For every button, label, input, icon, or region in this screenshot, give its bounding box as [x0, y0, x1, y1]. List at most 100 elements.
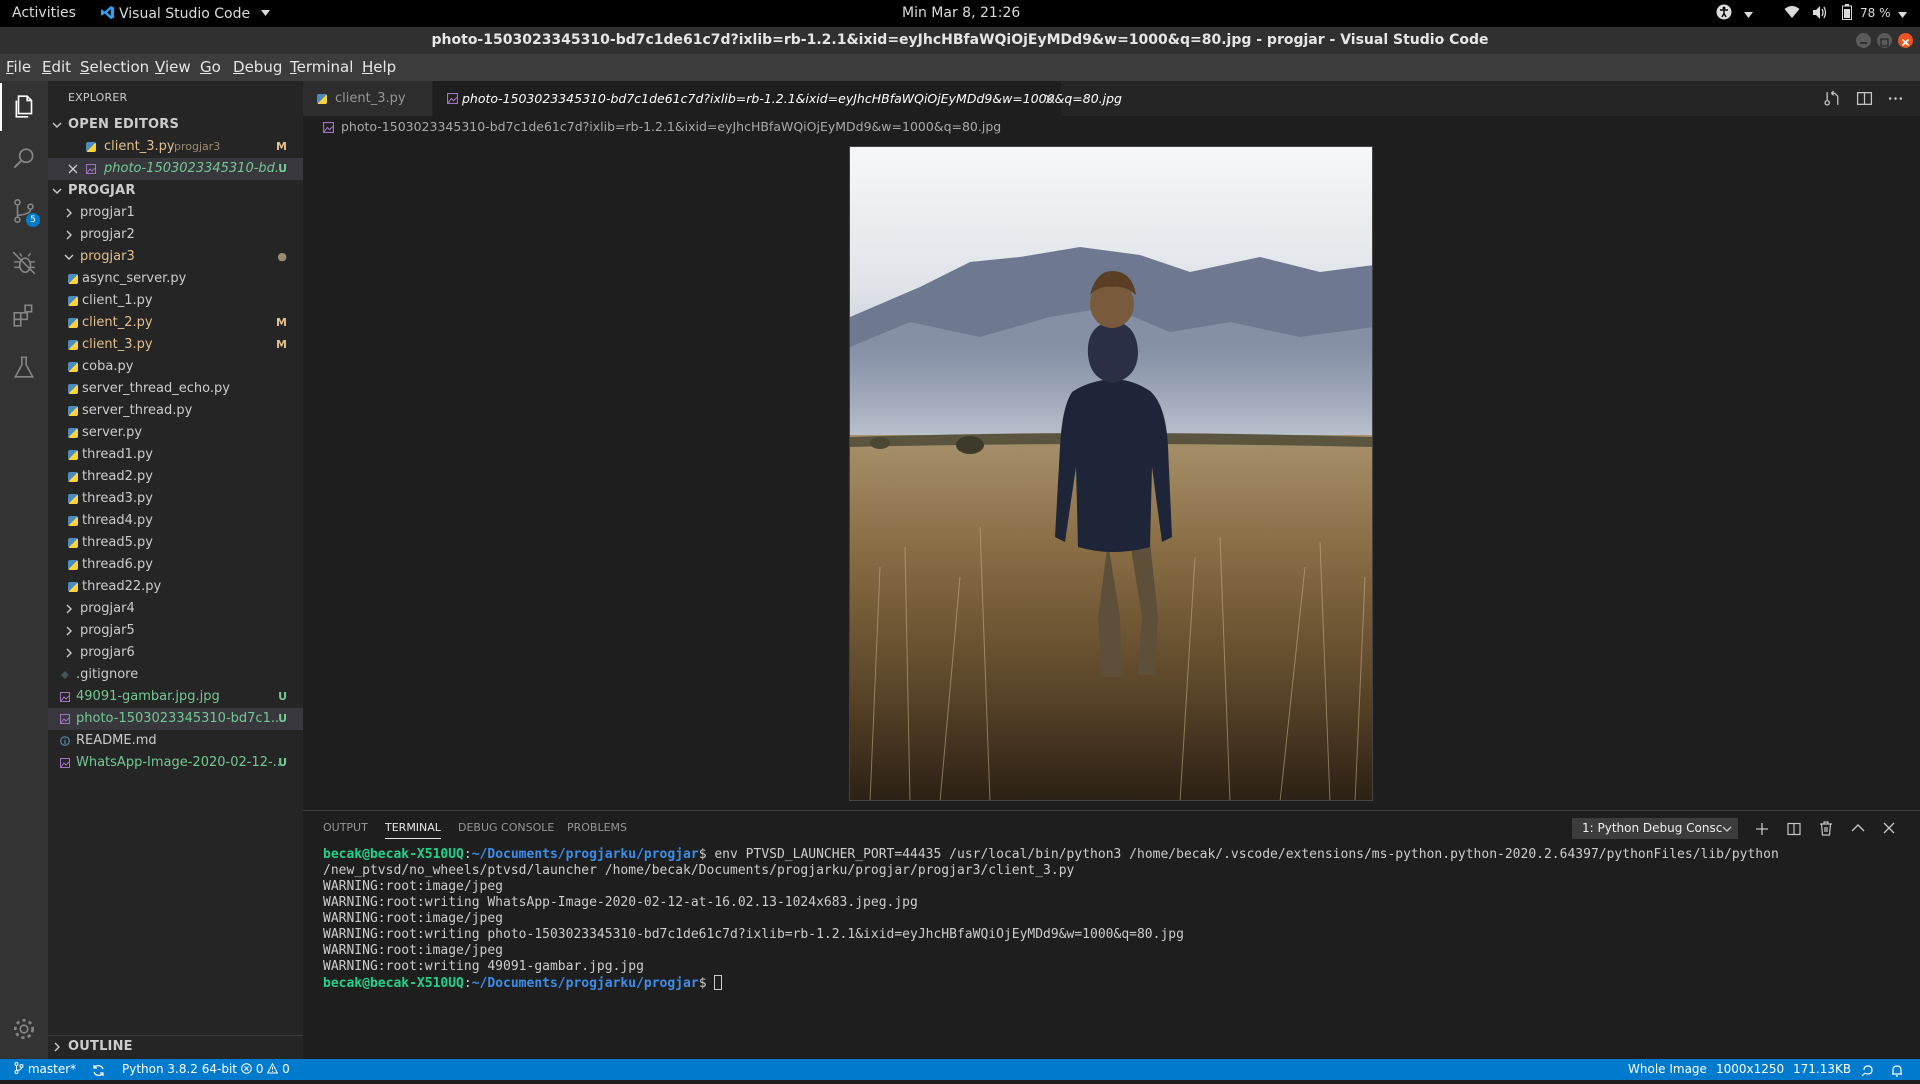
python-file-icon — [317, 94, 327, 104]
tab-terminal[interactable]: TERMINAL — [385, 821, 441, 839]
menu-go[interactable]: Go — [200, 58, 221, 76]
close-panel-icon[interactable] — [1883, 822, 1895, 834]
search-activity[interactable] — [0, 135, 48, 183]
clock[interactable]: Min Mar 8, 21:26 — [902, 5, 1020, 21]
tree-item-server-py[interactable]: server.py — [48, 422, 303, 444]
tree-item-thread6-py[interactable]: thread6.py — [48, 554, 303, 576]
menu-file[interactable]: File — [6, 58, 31, 76]
tree-item-progjar5[interactable]: progjar5 — [48, 620, 303, 642]
accessibility-icon[interactable] — [1716, 4, 1732, 24]
tree-item-server-thread-echo-py[interactable]: server_thread_echo.py — [48, 378, 303, 400]
open-editor-name: client_3.py — [104, 139, 175, 154]
workspace-header[interactable]: PROGJAR — [48, 180, 303, 202]
split-terminal-icon[interactable] — [1787, 822, 1801, 836]
split-editor-icon[interactable] — [1856, 90, 1873, 107]
menu-bar: File Edit Selection View Go Debug Termin… — [0, 54, 1920, 81]
tree-item-thread4-py[interactable]: thread4.py — [48, 510, 303, 532]
bell-icon[interactable] — [1891, 1063, 1903, 1084]
problems-indicator[interactable]: 0 0 — [241, 1059, 290, 1080]
menu-view[interactable]: View — [155, 58, 191, 76]
tree-item-photo-1503023345310-bd7c1[interactable]: photo-1503023345310-bd7c1... U — [48, 708, 303, 730]
chevron-up-icon[interactable] — [1851, 823, 1865, 833]
tab-client-3[interactable]: client_3.py — [303, 81, 433, 116]
tree-item-coba-py[interactable]: coba.py — [48, 356, 303, 378]
activities-button[interactable]: Activities — [12, 5, 76, 21]
app-menu[interactable]: Visual Studio Code — [100, 5, 270, 22]
open-editor-item[interactable]: photo-1503023345310-bd... U — [48, 158, 303, 180]
terminal-output[interactable]: becak@becak-X510UQ:~/Documents/progjarku… — [323, 847, 1779, 992]
debug-activity[interactable] — [0, 239, 48, 287]
tree-item-client-1-py[interactable]: client_1.py — [48, 290, 303, 312]
tree-item-thread3-py[interactable]: thread3.py — [48, 488, 303, 510]
source-control-activity[interactable]: 5 — [0, 187, 48, 235]
wifi-icon[interactable] — [1784, 5, 1800, 23]
feedback-icon[interactable] — [1861, 1063, 1874, 1084]
minimize-button[interactable] — [1856, 33, 1871, 48]
plus-icon[interactable] — [1755, 822, 1769, 836]
breadcrumb[interactable]: photo-1503023345310-bd7c1de61c7d?ixlib=r… — [303, 116, 1920, 138]
tab-debug-console[interactable]: DEBUG CONSOLE — [458, 821, 554, 834]
tab-problems[interactable]: PROBLEMS — [567, 821, 627, 834]
git-branch[interactable]: master* — [14, 1059, 76, 1080]
close-icon[interactable] — [1045, 94, 1055, 104]
trash-icon[interactable] — [1819, 821, 1833, 836]
more-actions-icon[interactable] — [1887, 90, 1904, 107]
menu-debug[interactable]: Debug — [233, 58, 282, 76]
tree-item-thread2-py[interactable]: thread2.py — [48, 466, 303, 488]
tree-item-thread5-py[interactable]: thread5.py — [48, 532, 303, 554]
tree-item-label: thread4.py — [82, 513, 153, 528]
testing-activity[interactable] — [0, 343, 48, 391]
tree-item-label: thread1.py — [82, 447, 153, 462]
caret-down-icon[interactable] — [1898, 6, 1907, 22]
tree-item-progjar3[interactable]: progjar3 ● — [48, 246, 303, 268]
close-icon[interactable] — [68, 164, 78, 174]
explorer-title: EXPLORER — [68, 91, 128, 104]
tree-item-progjar1[interactable]: progjar1 — [48, 202, 303, 224]
tree-item-thread1-py[interactable]: thread1.py — [48, 444, 303, 466]
image-preview-editor[interactable] — [303, 138, 1920, 810]
tree-item--gitignore[interactable]: .gitignore — [48, 664, 303, 686]
tree-item-label: 49091-gambar.jpg.jpg — [76, 689, 220, 704]
tree-item-client-2-py[interactable]: client_2.py M — [48, 312, 303, 334]
tree-item-progjar2[interactable]: progjar2 — [48, 224, 303, 246]
image-mode[interactable]: Whole Image — [1628, 1059, 1707, 1080]
tree-item-49091-gambar-jpg-jpg[interactable]: 49091-gambar.jpg.jpg U — [48, 686, 303, 708]
window-title-bar[interactable]: photo-1503023345310-bd7c1de61c7d?ixlib=r… — [0, 27, 1920, 54]
battery-icon[interactable] — [1842, 4, 1852, 24]
tab-output[interactable]: OUTPUT — [323, 821, 368, 834]
tab-photo[interactable]: photo-1503023345310-bd7c1de61c7d?ixlib=r… — [433, 81, 1122, 116]
explorer-activity[interactable] — [0, 83, 48, 131]
open-editor-item[interactable]: client_3.py progjar3 M — [48, 136, 303, 158]
menu-help[interactable]: Help — [362, 58, 396, 76]
maximize-button[interactable] — [1877, 33, 1892, 48]
tree-item-progjar6[interactable]: progjar6 — [48, 642, 303, 664]
preview-photo[interactable] — [849, 146, 1373, 801]
menu-terminal[interactable]: Terminal — [290, 58, 353, 76]
sync-icon[interactable] — [92, 1063, 105, 1084]
python-interpreter[interactable]: Python 3.8.2 64-bit — [122, 1059, 237, 1080]
menu-selection[interactable]: Selection — [80, 58, 149, 76]
manage-activity[interactable] — [0, 1005, 48, 1053]
tree-item-label: README.md — [76, 733, 157, 748]
extensions-activity[interactable] — [0, 291, 48, 339]
terminal-cursor[interactable] — [714, 975, 723, 990]
breadcrumb-file[interactable]: photo-1503023345310-bd7c1de61c7d?ixlib=r… — [341, 116, 1001, 138]
tree-item-client-3-py[interactable]: client_3.py M — [48, 334, 303, 356]
close-window-button[interactable] — [1898, 33, 1913, 48]
terminal-select[interactable]: 1: Python Debug Consc — [1572, 818, 1738, 839]
open-changes-icon[interactable] — [1824, 90, 1841, 107]
menu-edit[interactable]: Edit — [42, 58, 71, 76]
python-file-icon — [68, 428, 78, 438]
tree-item-whatsapp-image-2020-02-12[interactable]: WhatsApp-Image-2020-02-12-... U — [48, 752, 303, 774]
volume-icon[interactable] — [1812, 5, 1829, 24]
python-file-icon — [68, 582, 78, 592]
open-editors-header[interactable]: OPEN EDITORS — [48, 114, 303, 136]
tree-item-progjar4[interactable]: progjar4 — [48, 598, 303, 620]
outline-header[interactable]: OUTLINE — [48, 1035, 303, 1057]
caret-down-icon[interactable] — [1744, 6, 1753, 22]
tree-item-thread22-py[interactable]: thread22.py — [48, 576, 303, 598]
tree-item-readme-md[interactable]: README.md — [48, 730, 303, 752]
tree-item-async-server-py[interactable]: async_server.py — [48, 268, 303, 290]
tree-item-server-thread-py[interactable]: server_thread.py — [48, 400, 303, 422]
terminal-line: WARNING:root:writing WhatsApp-Image-2020… — [323, 895, 918, 910]
